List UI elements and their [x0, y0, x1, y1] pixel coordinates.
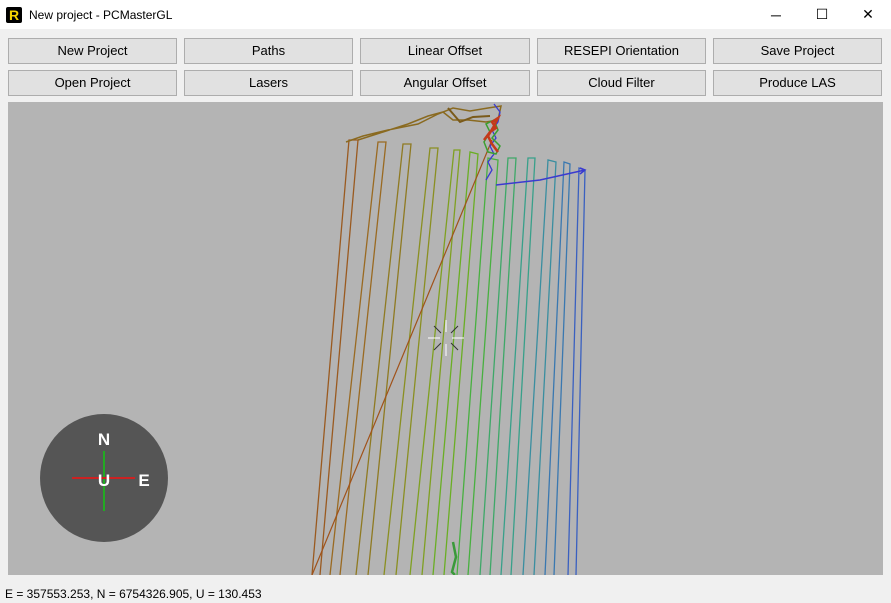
save-project-button[interactable]: Save Project [713, 38, 882, 64]
flight-strip [311, 139, 359, 575]
green-landing-marker [450, 541, 458, 575]
flight-strip [544, 161, 571, 575]
app-logo-icon: R [6, 6, 22, 23]
linear-offset-button[interactable]: Linear Offset [360, 38, 530, 64]
cloud-filter-button[interactable]: Cloud Filter [537, 70, 706, 96]
produce-las-button[interactable]: Produce LAS [713, 70, 882, 96]
new-project-button[interactable]: New Project [8, 38, 177, 64]
toolbar: New Project Paths Linear Offset RESEPI O… [0, 29, 891, 101]
trajectory-top [345, 105, 502, 143]
flight-strip [522, 159, 557, 575]
close-button[interactable]: ✕ [845, 0, 891, 29]
compass-up-label: U [98, 471, 110, 490]
flight-strip [456, 157, 499, 575]
window-title: New project - PCMasterGL [29, 7, 173, 22]
open-project-button[interactable]: Open Project [8, 70, 177, 96]
lasers-button[interactable]: Lasers [184, 70, 353, 96]
paths-button[interactable]: Paths [184, 38, 353, 64]
flight-path-canvas[interactable]: N U E [8, 102, 883, 575]
flight-strip [383, 147, 439, 575]
title-bar[interactable]: R New project - PCMasterGL ─ ☐ ✕ [0, 0, 891, 29]
compass-north-label: N [98, 430, 110, 449]
minimize-button[interactable]: ─ [753, 0, 799, 29]
compass-east-label: E [138, 471, 149, 490]
flight-strip [479, 157, 517, 575]
maximize-button[interactable]: ☐ [799, 0, 845, 29]
flight-strip [500, 157, 536, 575]
status-bar: E = 357553.253, N = 6754326.905, U = 130… [0, 583, 891, 603]
flight-strip [567, 167, 586, 575]
app-window: R New project - PCMasterGL ─ ☐ ✕ New Pro… [0, 0, 891, 603]
3d-viewport[interactable]: N U E [8, 102, 883, 575]
window-controls: ─ ☐ ✕ [753, 0, 891, 29]
flight-lines [311, 139, 586, 575]
compass-icon[interactable]: N U E [40, 414, 168, 542]
resepi-orientation-button[interactable]: RESEPI Orientation [537, 38, 706, 64]
coordinate-readout: E = 357553.253, N = 6754326.905, U = 130… [5, 587, 262, 601]
angular-offset-button[interactable]: Angular Offset [360, 70, 530, 96]
blue-return-path [495, 167, 587, 186]
flight-strip [432, 151, 479, 575]
